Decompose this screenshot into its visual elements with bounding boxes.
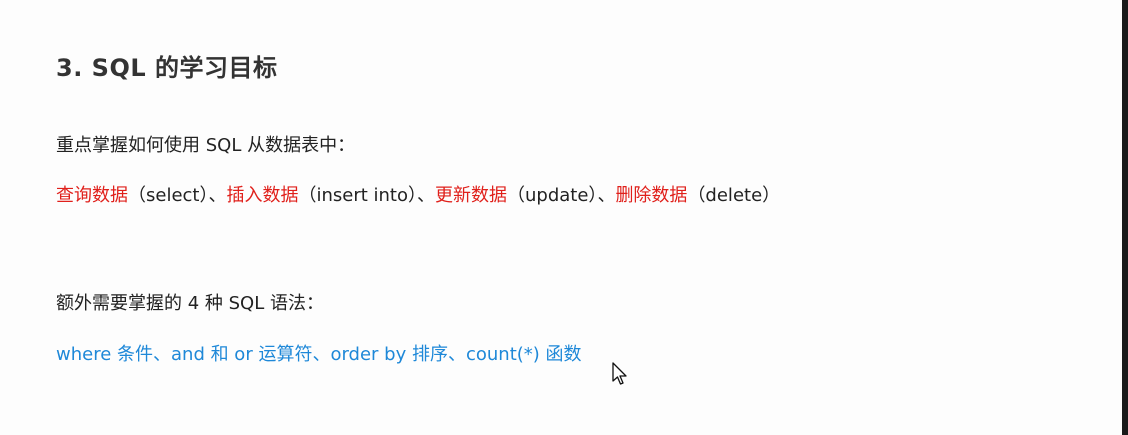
window-edge <box>1122 0 1128 435</box>
update-keyword: （update） <box>507 185 598 206</box>
operations-line: 查询数据（select）、插入数据（insert into）、更新数据（upda… <box>56 181 780 207</box>
select-keyword: （select） <box>128 185 209 206</box>
document-page: 3. SQL 的学习目标 重点掌握如何使用 SQL 从数据表中： 查询数据（se… <box>0 0 1122 435</box>
update-label: 更新数据 <box>435 185 508 206</box>
separator: 、 <box>208 185 227 206</box>
extra-intro-text: 额外需要掌握的 4 种 SQL 语法： <box>56 293 324 314</box>
section-heading: 3. SQL 的学习目标 <box>56 54 278 82</box>
insert-label: 插入数据 <box>226 185 299 206</box>
select-label: 查询数据 <box>56 185 128 206</box>
syntax-line: where 条件、and 和 or 运算符、order by 排序、count(… <box>56 344 582 365</box>
separator: 、 <box>597 185 616 206</box>
mouse-pointer-icon <box>612 362 627 385</box>
intro-text: 重点掌握如何使用 SQL 从数据表中： <box>56 135 356 156</box>
delete-label: 删除数据 <box>615 185 688 206</box>
insert-keyword: （insert into） <box>298 185 418 206</box>
separator: 、 <box>417 185 436 206</box>
delete-keyword: （delete） <box>687 185 781 206</box>
